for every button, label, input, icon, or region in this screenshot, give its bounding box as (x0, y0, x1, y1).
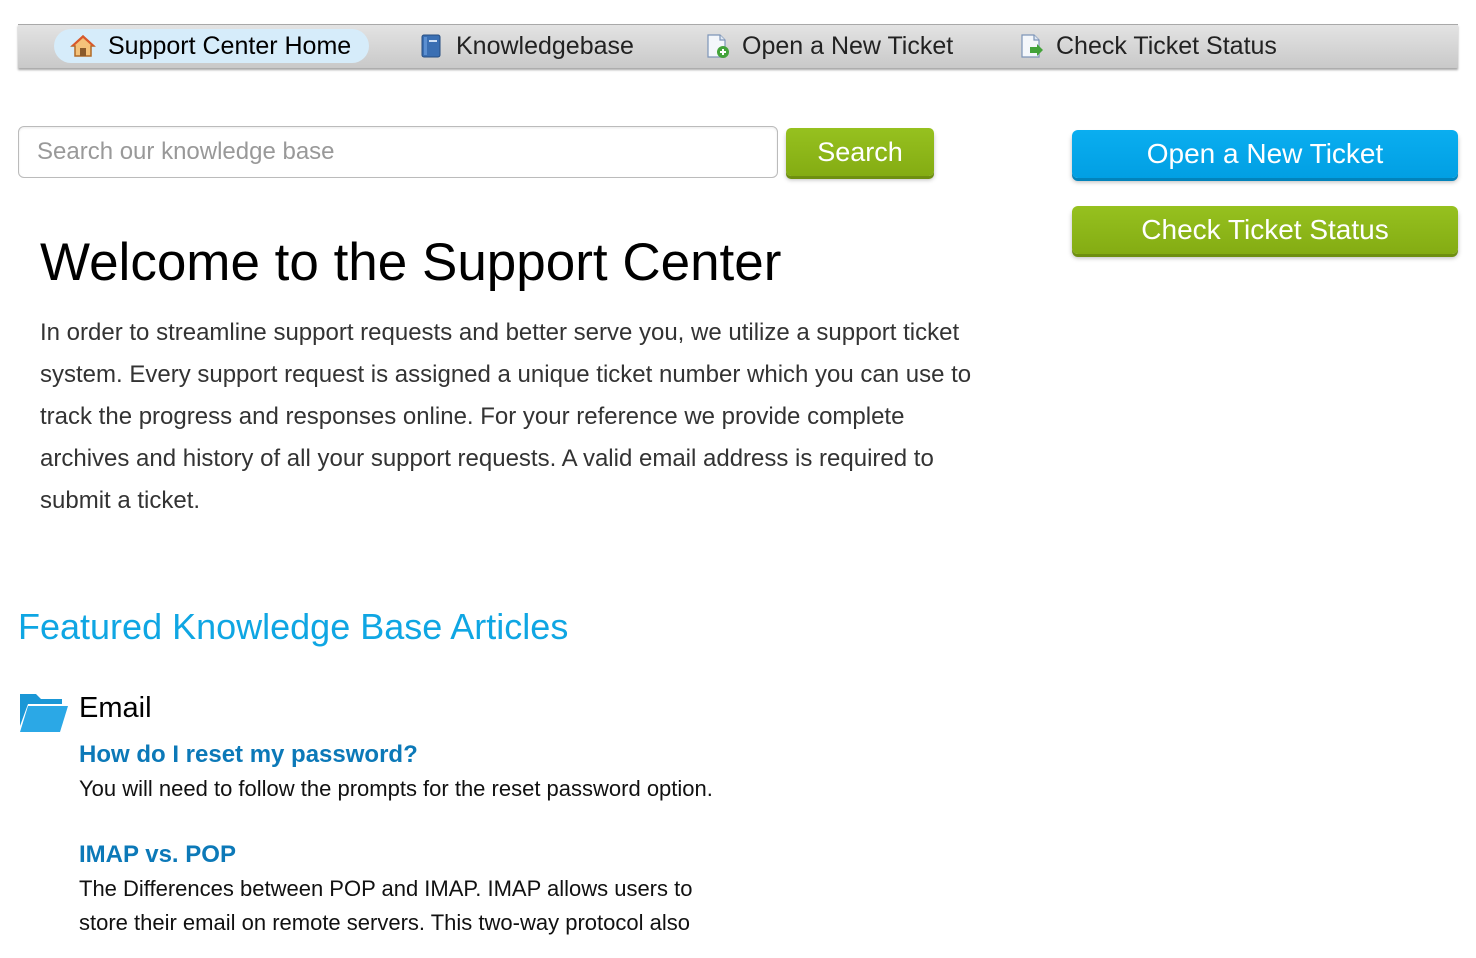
nav-item-check-ticket-status[interactable]: Check Ticket Status (1018, 29, 1277, 63)
article-link[interactable]: How do I reset my password? (79, 740, 729, 770)
open-new-ticket-button[interactable]: Open a New Ticket (1072, 130, 1458, 178)
page-title: Welcome to the Support Center (40, 233, 782, 292)
featured-articles-heading: Featured Knowledge Base Articles (18, 606, 569, 647)
list-item: IMAP vs. POP The Differences between POP… (79, 840, 729, 940)
article-excerpt: The Differences between POP and IMAP. IM… (79, 876, 693, 935)
check-ticket-status-button[interactable]: Check Ticket Status (1072, 206, 1458, 254)
nav-label: Open a New Ticket (742, 31, 954, 60)
ticket-status-icon (1018, 33, 1044, 59)
new-ticket-icon (704, 33, 730, 59)
folder-open-icon (18, 690, 70, 734)
category-name: Email (79, 692, 152, 724)
top-nav-bar: Support Center Home Knowledgebase Open a… (18, 24, 1458, 68)
nav-label: Check Ticket Status (1056, 31, 1277, 60)
nav-item-support-center-home[interactable]: Support Center Home (54, 29, 370, 63)
nav-item-knowledgebase[interactable]: Knowledgebase (418, 29, 634, 63)
nav-item-open-new-ticket[interactable]: Open a New Ticket (704, 29, 953, 63)
article-excerpt: You will need to follow the prompts for … (79, 776, 713, 801)
search-input[interactable] (18, 126, 778, 178)
search-button[interactable]: Search (786, 128, 934, 176)
nav-label: Knowledgebase (456, 31, 634, 60)
home-icon (70, 33, 96, 59)
article-link[interactable]: IMAP vs. POP (79, 840, 729, 870)
nav-label: Support Center Home (108, 31, 352, 60)
welcome-paragraph: In order to streamline support requests … (40, 319, 972, 514)
book-icon (418, 33, 444, 59)
list-item: How do I reset my password? You will nee… (79, 740, 729, 806)
